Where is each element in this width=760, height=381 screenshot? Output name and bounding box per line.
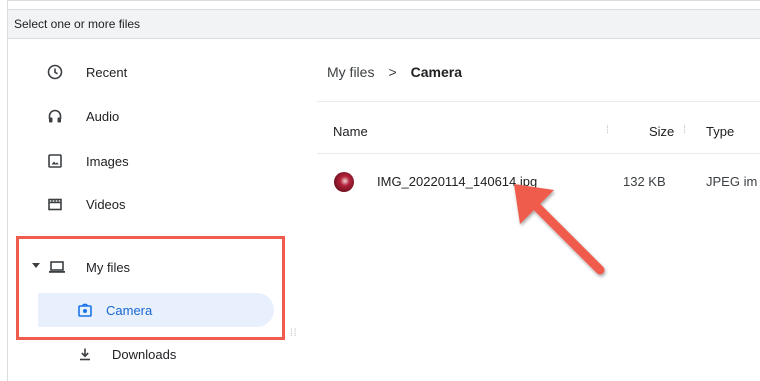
expand-arrow-icon[interactable]	[32, 263, 40, 268]
dialog-title: Select one or more files	[14, 17, 141, 31]
sidebar-item-label: My files	[86, 259, 131, 275]
breadcrumb-separator: >	[388, 64, 397, 80]
camera-icon	[74, 299, 96, 321]
file-list-header: Name ⁞ Size ⁞ Type	[317, 101, 760, 154]
film-icon	[44, 193, 66, 215]
file-thumbnail	[334, 172, 354, 192]
sidebar-item-camera[interactable]: Camera	[38, 293, 274, 327]
sidebar-item-label: Audio	[86, 108, 120, 124]
column-header-name[interactable]: Name	[333, 124, 368, 139]
sidebar-resize-handle[interactable]: ⁞⁞	[290, 329, 300, 351]
file-size: 132 KB	[623, 174, 666, 189]
sidebar-item-videos[interactable]: Videos	[8, 185, 278, 223]
file-row[interactable]: IMG_20220114_140614.jpg 132 KB JPEG im	[317, 158, 760, 202]
image-icon	[44, 150, 66, 172]
dialog-titlebar: Select one or more files	[8, 9, 760, 39]
laptop-icon	[46, 256, 68, 278]
headphones-icon	[44, 105, 66, 127]
file-type: JPEG im	[706, 174, 758, 189]
breadcrumb-current: Camera	[410, 64, 463, 80]
download-icon	[74, 343, 96, 365]
sidebar-item-recent[interactable]: Recent	[8, 53, 278, 91]
breadcrumb: My files > Camera	[327, 64, 462, 80]
sidebar-item-images[interactable]: Images	[8, 142, 278, 180]
sidebar-item-label: Downloads	[112, 346, 177, 362]
column-header-size[interactable]: Size	[649, 124, 674, 139]
column-resize-handle[interactable]: ⁞	[606, 124, 610, 136]
sidebar-item-label: Camera	[106, 302, 153, 318]
sidebar-item-downloads[interactable]: Downloads	[8, 335, 278, 373]
sidebar-item-audio[interactable]: Audio	[8, 97, 278, 135]
sidebar-item-label: Videos	[86, 196, 126, 212]
breadcrumb-root[interactable]: My files	[327, 64, 374, 80]
sidebar-item-label: Recent	[86, 64, 128, 80]
file-name: IMG_20220114_140614.jpg	[377, 174, 538, 189]
column-header-type[interactable]: Type	[706, 124, 734, 139]
column-resize-handle[interactable]: ⁞	[683, 124, 687, 136]
sidebar-item-my-files[interactable]: My files	[8, 248, 278, 286]
clock-icon	[44, 61, 66, 83]
sidebar-item-label: Images	[86, 153, 129, 169]
